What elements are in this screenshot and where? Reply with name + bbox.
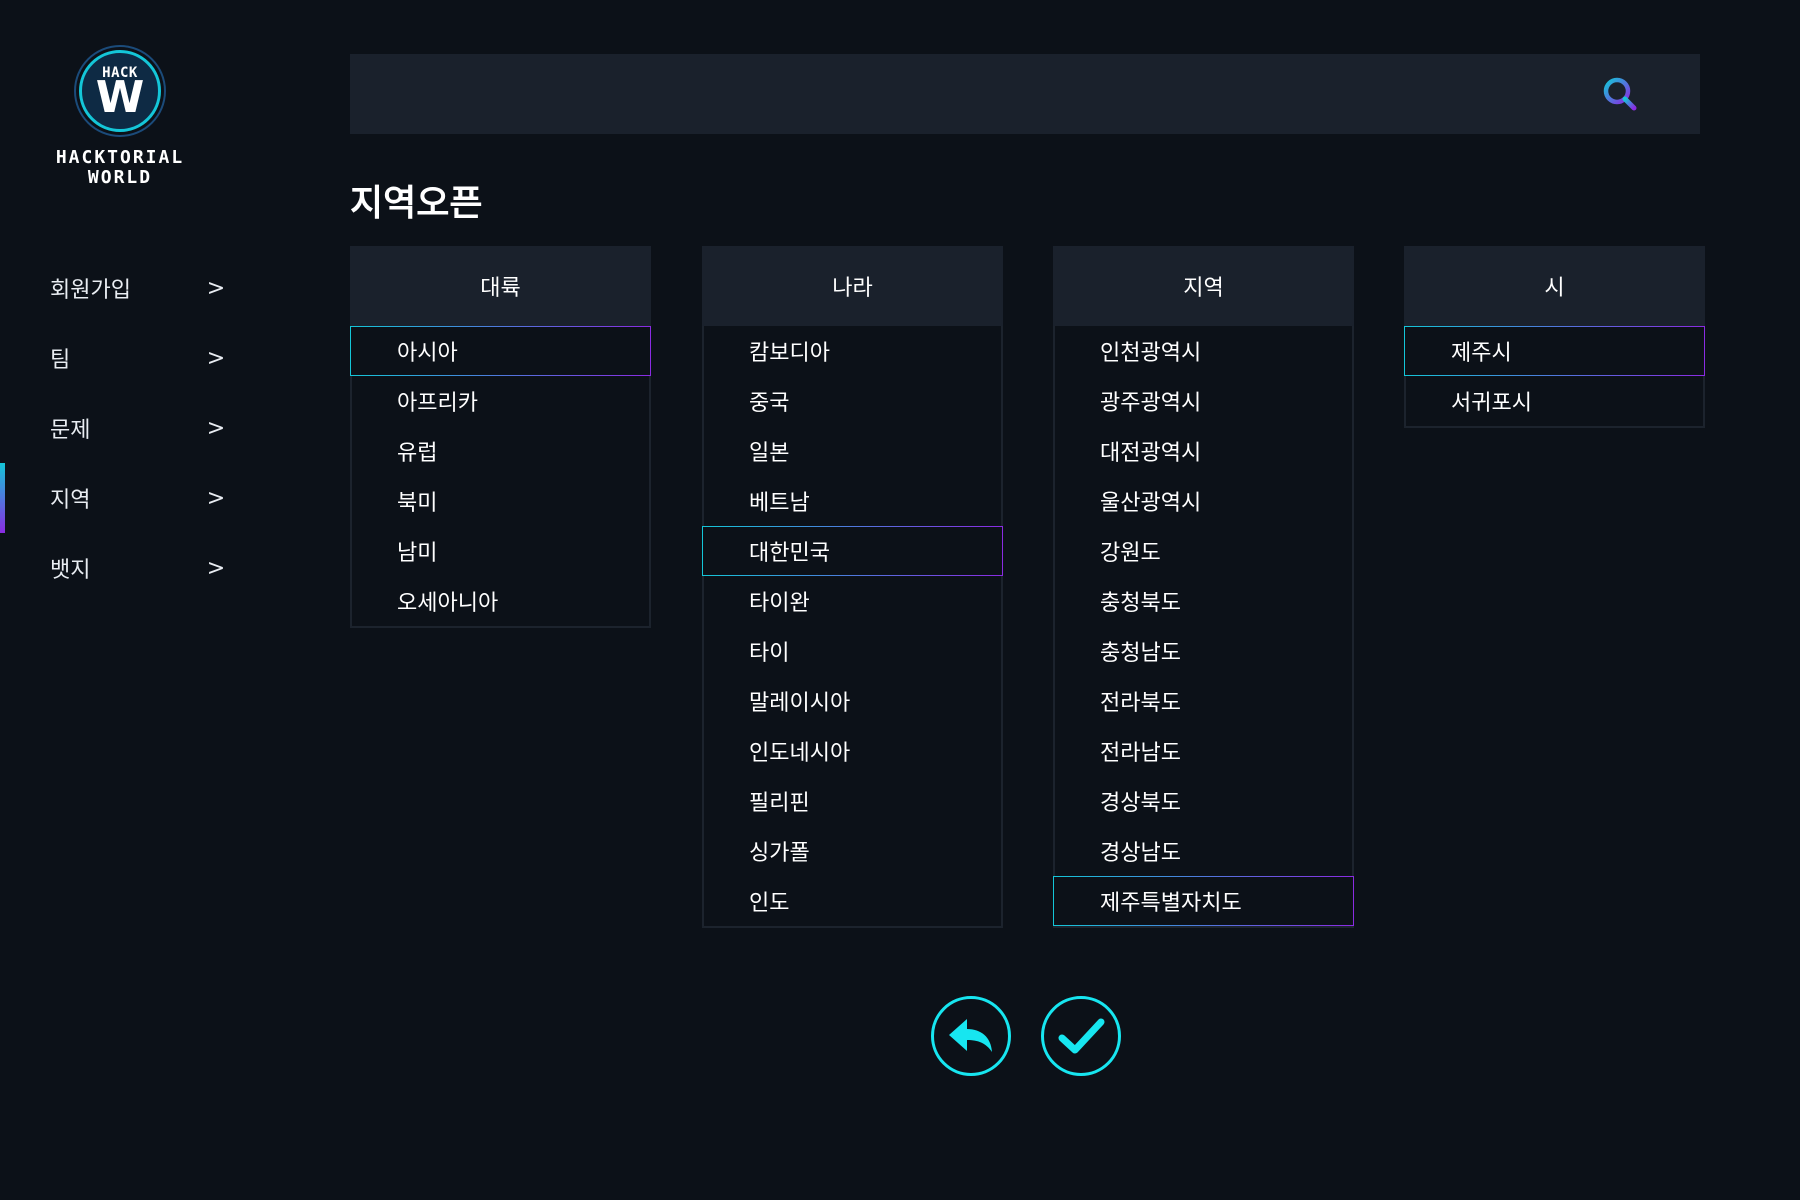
column-list: 캄보디아 중국 일본 베트남 대한민국 타이완 타이 말레이시아 인도네시아 필… <box>702 326 1003 928</box>
list-item[interactable]: 베트남 <box>702 476 1003 526</box>
sidebar-item-team[interactable]: 팀 > <box>0 323 260 393</box>
logo-badge-letter: W <box>95 72 145 123</box>
sidebar-item-problems[interactable]: 문제 > <box>0 393 260 463</box>
column-header: 대륙 <box>350 246 651 326</box>
column-country: 나라 캄보디아 중국 일본 베트남 대한민국 타이완 타이 말레이시아 인도네시… <box>702 246 1003 928</box>
column-header: 시 <box>1404 246 1705 326</box>
list-item[interactable]: 유럽 <box>350 426 651 476</box>
confirm-button[interactable] <box>1041 996 1121 1076</box>
column-header: 지역 <box>1053 246 1354 326</box>
list-item[interactable]: 일본 <box>702 426 1003 476</box>
search-input[interactable] <box>350 54 1700 134</box>
sidebar-item-region[interactable]: 지역 > <box>0 463 260 533</box>
list-item[interactable]: 인도 <box>702 876 1003 926</box>
list-item[interactable]: 남미 <box>350 526 651 576</box>
app-root: HACK W HACKTORIAL WORLD 회원가입 > 팀 > 문제 > … <box>0 0 1800 1200</box>
column-list: 제주시 서귀포시 <box>1404 326 1705 428</box>
search-bar <box>350 54 1700 134</box>
sidebar-item-label: 팀 <box>50 348 71 373</box>
list-item[interactable]: 제주특별자치도 <box>1053 876 1354 926</box>
list-item[interactable]: 말레이시아 <box>702 676 1003 726</box>
list-item[interactable]: 아프리카 <box>350 376 651 426</box>
brand-name-line1: HACKTORIAL <box>55 147 185 168</box>
sidebar-item-signup[interactable]: 회원가입 > <box>0 253 260 323</box>
chevron-right-icon: > <box>206 485 226 511</box>
sidebar-item-label: 회원가입 <box>50 278 131 303</box>
list-item[interactable]: 울산광역시 <box>1053 476 1354 526</box>
list-item[interactable]: 인천광역시 <box>1053 326 1354 376</box>
chevron-right-icon: > <box>206 275 226 301</box>
list-item[interactable]: 아시아 <box>350 326 651 376</box>
list-item[interactable]: 필리핀 <box>702 776 1003 826</box>
list-item[interactable]: 강원도 <box>1053 526 1354 576</box>
list-item[interactable]: 광주광역시 <box>1053 376 1354 426</box>
back-button[interactable] <box>931 996 1011 1076</box>
chevron-right-icon: > <box>206 555 226 581</box>
list-item[interactable]: 대한민국 <box>702 526 1003 576</box>
reply-arrow-icon <box>949 1019 992 1052</box>
list-item[interactable]: 서귀포시 <box>1404 376 1705 426</box>
brand-logo[interactable]: HACK W HACKTORIAL WORLD <box>40 50 200 188</box>
chevron-right-icon: > <box>206 345 226 371</box>
column-region: 지역 인천광역시 광주광역시 대전광역시 울산광역시 강원도 충청북도 충청남도… <box>1053 246 1354 928</box>
sidebar-item-label: 지역 <box>50 488 91 513</box>
list-item[interactable]: 타이완 <box>702 576 1003 626</box>
list-item[interactable]: 싱가폴 <box>702 826 1003 876</box>
brand-name-line2: WORLD <box>87 167 153 188</box>
list-item[interactable]: 충청남도 <box>1053 626 1354 676</box>
list-item[interactable]: 제주시 <box>1404 326 1705 376</box>
list-item[interactable]: 경상북도 <box>1053 776 1354 826</box>
logo-badge: HACK W <box>79 50 161 132</box>
page-title: 지역오픈 <box>350 183 483 224</box>
list-item[interactable]: 중국 <box>702 376 1003 426</box>
column-continent: 대륙 아시아 아프리카 유럽 북미 남미 오세아니아 <box>350 246 651 628</box>
column-list: 아시아 아프리카 유럽 북미 남미 오세아니아 <box>350 326 651 628</box>
list-item[interactable]: 캄보디아 <box>702 326 1003 376</box>
brand-name: HACKTORIAL WORLD <box>40 148 200 188</box>
list-item[interactable]: 경상남도 <box>1053 826 1354 876</box>
sidebar-nav: 회원가입 > 팀 > 문제 > 지역 > 뱃지 > <box>0 253 260 603</box>
chevron-right-icon: > <box>206 415 226 441</box>
sidebar-item-badge[interactable]: 뱃지 > <box>0 533 260 603</box>
search-icon[interactable] <box>1600 74 1640 114</box>
column-list: 인천광역시 광주광역시 대전광역시 울산광역시 강원도 충청북도 충청남도 전라… <box>1053 326 1354 928</box>
list-item[interactable]: 전라남도 <box>1053 726 1354 776</box>
list-item[interactable]: 인도네시아 <box>702 726 1003 776</box>
list-item[interactable]: 타이 <box>702 626 1003 676</box>
list-item[interactable]: 전라북도 <box>1053 676 1354 726</box>
column-header: 나라 <box>702 246 1003 326</box>
column-city: 시 제주시 서귀포시 <box>1404 246 1705 428</box>
list-item[interactable]: 대전광역시 <box>1053 426 1354 476</box>
sidebar-item-label: 문제 <box>50 418 91 443</box>
list-item[interactable]: 북미 <box>350 476 651 526</box>
sidebar-item-label: 뱃지 <box>50 558 91 583</box>
checkmark-icon <box>1058 1018 1105 1054</box>
list-item[interactable]: 충청북도 <box>1053 576 1354 626</box>
list-item[interactable]: 오세아니아 <box>350 576 651 626</box>
